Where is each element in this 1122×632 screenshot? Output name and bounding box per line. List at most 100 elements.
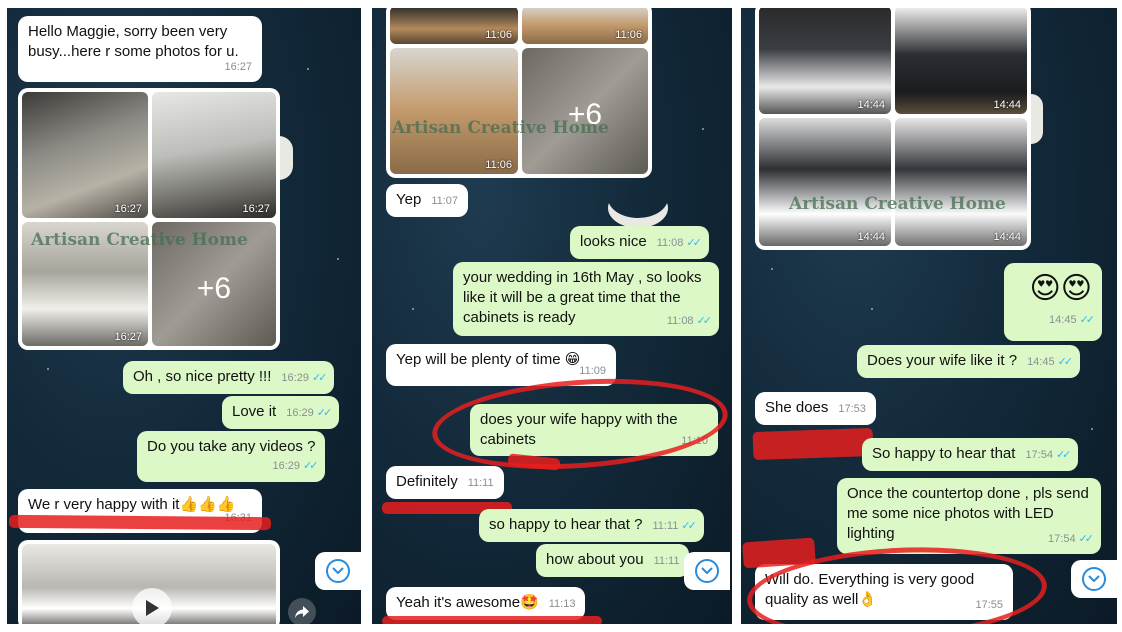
album-more-photos[interactable]: +6 (152, 222, 276, 346)
message-text: Oh , so nice pretty !!! (133, 368, 272, 385)
message-time: 11:09 (579, 365, 606, 377)
star (1091, 428, 1093, 430)
message-outgoing[interactable]: Do you take any videos ? 16:29 ✓✓ (137, 431, 326, 482)
annotation-circle (429, 369, 731, 479)
more-photos-count: +6 (567, 98, 603, 132)
star (871, 308, 873, 310)
chat-screenshot-1: Hello Maggie, sorry been very busy...her… (7, 8, 361, 624)
double-check-icon: ✓✓ (1079, 314, 1096, 326)
message-outgoing[interactable]: so happy to hear that ? 11:11 ✓✓ (479, 509, 704, 542)
scroll-down-button[interactable] (684, 552, 730, 590)
annotation-stroke (752, 427, 874, 461)
message-time: 17:54 (1025, 449, 1053, 461)
more-photos-count: +6 (196, 271, 232, 305)
chevron-down-icon (326, 559, 350, 583)
message-text: Hello Maggie, sorry been very busy...her… (28, 23, 239, 60)
message-time: 11:11 (467, 477, 494, 489)
message-time: 16:27 (224, 61, 252, 73)
message-text: Love it (232, 403, 277, 420)
album-photo[interactable]: 11:06 (390, 48, 518, 174)
moon-crescent (1031, 94, 1043, 144)
album-photo[interactable]: 16:27 (22, 92, 148, 218)
photo-time: 11:06 (615, 29, 642, 41)
play-icon[interactable] (132, 588, 172, 624)
message-text: Yeah it's awesome🤩 (396, 594, 539, 611)
photo-album[interactable]: 11:06 11:06 11:06 +6 (386, 8, 652, 178)
message-text: your wedding in 16th May , so looks like… (463, 269, 702, 326)
annotation-underline (8, 514, 272, 531)
message-text: Definitely (396, 473, 458, 490)
message-time: 11:11 (652, 520, 679, 532)
message-incoming[interactable]: Definitely 11:11 (386, 466, 504, 499)
message-outgoing[interactable]: how about you 11:11 (536, 544, 690, 577)
video-thumbnail[interactable] (22, 544, 276, 624)
double-check-icon: ✓✓ (1078, 533, 1095, 545)
photo-time: 14:44 (993, 231, 1021, 243)
message-outgoing[interactable]: Love it 16:29 ✓✓ (222, 396, 340, 429)
double-check-icon: ✓✓ (1057, 356, 1074, 368)
message-outgoing[interactable]: Once the countertop done , pls send me s… (837, 478, 1101, 554)
message-text: looks nice (580, 233, 647, 250)
photo-album[interactable]: 14:44 14:44 14:44 14:44 (755, 8, 1031, 250)
message-text: Yep (396, 191, 422, 208)
chevron-down-icon (1082, 567, 1106, 591)
message-outgoing[interactable]: Oh , so nice pretty !!! 16:29 ✓✓ (123, 361, 335, 394)
message-time: 16:29 (281, 372, 309, 384)
double-check-icon: ✓✓ (311, 372, 328, 384)
star (412, 308, 414, 310)
message-time: 14:45 (1049, 314, 1077, 326)
double-check-icon: ✓✓ (696, 315, 713, 327)
message-outgoing[interactable]: So happy to hear that 17:54 ✓✓ (862, 438, 1079, 471)
forward-icon[interactable] (288, 598, 316, 624)
message-time: 17:53 (838, 403, 866, 415)
photo-time: 14:44 (857, 231, 885, 243)
message-outgoing[interactable]: looks nice 11:08 ✓✓ (570, 226, 709, 259)
star (702, 128, 704, 130)
message-time: 11:08 (666, 315, 694, 327)
message-time: 11:07 (431, 195, 459, 207)
message-text: so happy to hear that ? (489, 516, 643, 533)
album-photo[interactable]: 16:27 (22, 222, 148, 346)
star (307, 68, 309, 70)
message-text: Yep will be plenty of time 😁 (396, 351, 581, 368)
message-text: So happy to hear that (872, 445, 1016, 462)
album-photo[interactable]: 14:44 (759, 118, 891, 246)
message-outgoing[interactable]: 😍😍 14:45 ✓✓ (1004, 263, 1102, 341)
message-outgoing[interactable]: your wedding in 16th May , so looks like… (453, 262, 719, 336)
photo-time: 11:06 (485, 159, 512, 171)
photo-time: 14:44 (857, 99, 885, 111)
album-more-photos[interactable]: +6 (522, 48, 648, 174)
message-incoming[interactable]: Yep 11:07 (386, 184, 469, 217)
message-time: 16:29 (272, 460, 300, 472)
video-message[interactable] (18, 540, 280, 624)
album-photo[interactable]: 14:44 (895, 118, 1027, 246)
album-photo[interactable]: 14:44 (895, 8, 1027, 114)
star (771, 268, 773, 270)
message-outgoing[interactable]: Does your wife like it ? 14:45 ✓✓ (857, 345, 1081, 378)
photo-time: 11:06 (485, 29, 512, 41)
scroll-down-button[interactable] (315, 552, 361, 590)
scroll-down-button[interactable] (1071, 560, 1117, 598)
chevron-down-icon (695, 559, 719, 583)
message-incoming[interactable]: She does 17:53 (755, 392, 876, 425)
double-check-icon: ✓✓ (316, 407, 333, 419)
message-time: 11:08 (656, 237, 684, 249)
double-check-icon: ✓✓ (681, 520, 697, 532)
message-time: 14:45 (1027, 356, 1055, 368)
moon-crescent (279, 136, 293, 180)
message-text: She does (765, 399, 829, 416)
album-photo[interactable]: 14:44 (759, 8, 891, 114)
double-check-icon: ✓✓ (686, 237, 702, 249)
message-time: 11:13 (548, 598, 576, 610)
moon-crescent (608, 178, 668, 218)
message-text: how about you (546, 551, 644, 568)
message-text: 😍😍 (1029, 272, 1092, 305)
photo-album[interactable]: 16:27 16:27 16:27 +6 (18, 88, 280, 350)
album-photo[interactable]: 16:27 (152, 92, 276, 218)
album-photo[interactable]: 11:06 (390, 8, 518, 44)
album-photo[interactable]: 11:06 (522, 8, 648, 44)
message-text: Does your wife like it ? (867, 352, 1018, 369)
message-text: We r very happy with it👍👍👍 (28, 496, 236, 513)
message-incoming[interactable]: Hello Maggie, sorry been very busy...her… (18, 16, 262, 82)
star (47, 368, 49, 370)
